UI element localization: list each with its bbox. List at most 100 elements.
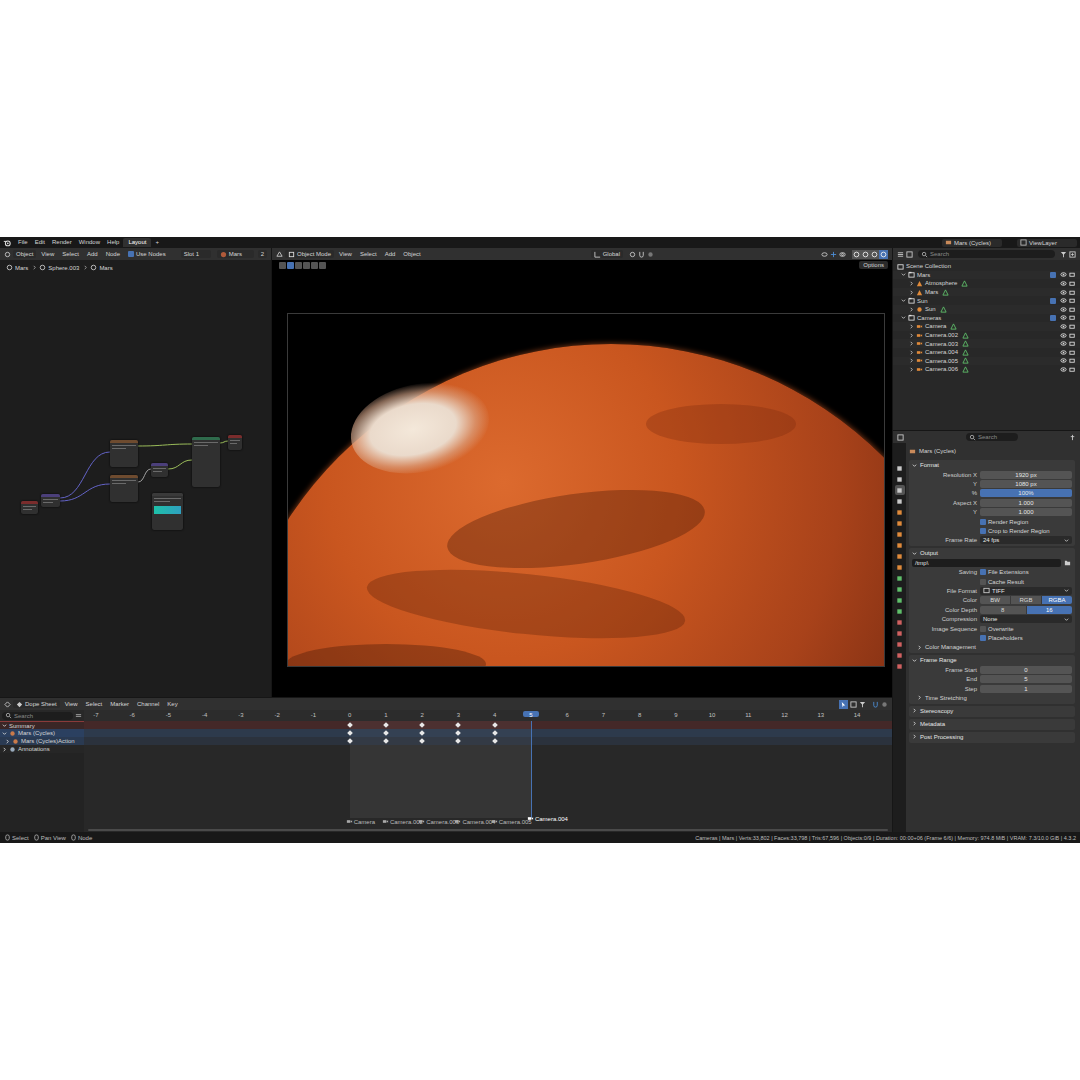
keyframe[interactable] — [492, 722, 498, 728]
menu-item[interactable]: View — [62, 700, 81, 709]
shader-node[interactable] — [21, 501, 38, 514]
frame-number[interactable]: -2 — [269, 711, 285, 717]
enum-option[interactable]: BW — [980, 596, 1010, 604]
checkbox[interactable]: Overwrite — [980, 626, 1072, 632]
expand-icon[interactable] — [909, 341, 914, 346]
select-intersect-button[interactable] — [319, 262, 326, 269]
properties-tab[interactable] — [895, 661, 905, 671]
checkbox[interactable]: File Extensions — [980, 569, 1072, 575]
select-box-button[interactable] — [287, 262, 294, 269]
properties-tab[interactable] — [895, 463, 905, 473]
proportional-edit-icon[interactable] — [647, 251, 654, 258]
object-data-icon[interactable] — [942, 289, 949, 296]
frame-number[interactable]: 7 — [595, 711, 611, 717]
dropdown-field[interactable]: None — [980, 615, 1072, 623]
shader-node[interactable] — [41, 494, 60, 507]
expand-icon[interactable] — [909, 290, 914, 295]
shader-node[interactable] — [192, 437, 220, 487]
expand-icon[interactable] — [901, 272, 906, 277]
outliner-row[interactable]: Sun — [893, 305, 1080, 314]
keyframe[interactable] — [456, 730, 462, 736]
render-camera-icon[interactable] — [1069, 289, 1076, 296]
pin-icon[interactable] — [1069, 434, 1076, 441]
checkbox-box[interactable] — [980, 528, 986, 534]
expand-icon[interactable] — [909, 333, 914, 338]
gizmo-icon[interactable] — [830, 251, 837, 258]
expand-icon[interactable] — [909, 358, 914, 363]
enum-option[interactable]: 16 — [1027, 606, 1073, 614]
menu-item[interactable]: Channel — [134, 700, 162, 709]
eye-icon[interactable] — [1060, 314, 1067, 321]
editor-type-icon[interactable] — [4, 701, 11, 708]
editor-type-icon[interactable] — [276, 251, 283, 258]
frame-number[interactable]: 3 — [450, 711, 466, 717]
editor-type-icon[interactable] — [4, 251, 11, 258]
render-camera-icon[interactable] — [1069, 306, 1076, 313]
properties-tab[interactable] — [895, 595, 905, 605]
properties-tab[interactable] — [895, 584, 905, 594]
horizontal-scrollbar[interactable] — [88, 829, 888, 831]
frame-number[interactable]: 0 — [342, 711, 358, 717]
properties-tab[interactable] — [895, 496, 905, 506]
object-data-icon[interactable] — [961, 280, 968, 287]
workspace-tab[interactable]: Layout — [123, 238, 151, 247]
expand-icon[interactable] — [909, 367, 914, 372]
outliner-row[interactable]: Camera.005 — [893, 357, 1080, 366]
expand-icon[interactable] — [901, 298, 906, 303]
outliner-row[interactable]: Camera.002 — [893, 331, 1080, 340]
frame-number[interactable]: 11 — [740, 711, 756, 717]
frame-number[interactable]: 14 — [849, 711, 865, 717]
marker[interactable]: Camera.005 — [491, 818, 532, 825]
eye-icon[interactable] — [1060, 349, 1067, 356]
properties-tab[interactable] — [895, 485, 905, 495]
channel-row[interactable]: Mars (Cycles) — [0, 729, 84, 737]
keyframe[interactable] — [492, 730, 498, 736]
keyframe[interactable] — [383, 730, 389, 736]
menu-item[interactable]: Key — [164, 700, 180, 709]
number-field[interactable]: 1.000 — [980, 499, 1072, 507]
render-camera-icon[interactable] — [1069, 323, 1076, 330]
shader-node[interactable] — [152, 493, 183, 530]
render-camera-icon[interactable] — [1069, 297, 1076, 304]
keyframe[interactable] — [492, 738, 498, 744]
render-camera-icon[interactable] — [1069, 340, 1076, 347]
menu-item[interactable]: Add — [84, 250, 101, 259]
object-data-icon[interactable] — [940, 306, 947, 313]
frame-number[interactable]: 13 — [813, 711, 829, 717]
expand-icon[interactable] — [909, 324, 914, 329]
keyframe[interactable] — [383, 722, 389, 728]
eye-icon[interactable] — [1060, 366, 1067, 373]
panel-header[interactable]: Stereoscopy — [909, 706, 1075, 716]
outliner-row[interactable]: Atmosphere — [893, 279, 1080, 288]
snap-icon[interactable] — [638, 251, 645, 258]
number-field[interactable]: 0 — [980, 666, 1072, 674]
panel-header[interactable]: Frame Range — [909, 655, 1075, 665]
number-field[interactable]: 1080 px — [980, 480, 1072, 488]
outliner-row[interactable]: Cameras — [893, 314, 1080, 323]
menu-item[interactable]: Window — [76, 238, 103, 247]
checkbox[interactable]: Placeholders — [980, 635, 1072, 641]
checkbox[interactable]: Cache Result — [980, 579, 1072, 585]
exclude-checkbox[interactable] — [1050, 298, 1056, 304]
keyframe[interactable] — [347, 722, 353, 728]
number-field[interactable]: 1920 px — [980, 471, 1072, 479]
properties-tab[interactable] — [895, 617, 905, 627]
expand-icon[interactable] — [909, 350, 914, 355]
eye-icon[interactable] — [1060, 271, 1067, 278]
material-selector[interactable]: Mars — [217, 250, 254, 258]
frame-number[interactable]: -7 — [88, 711, 104, 717]
blender-logo-icon[interactable] — [3, 239, 11, 247]
frame-number[interactable]: 6 — [559, 711, 575, 717]
eye-icon[interactable] — [1060, 306, 1067, 313]
expand-icon[interactable] — [2, 731, 7, 736]
outliner-row[interactable]: Sun — [893, 296, 1080, 305]
channel-row[interactable]: Annotations — [0, 745, 84, 753]
enum-option[interactable]: 8 — [980, 606, 1026, 614]
folder-icon[interactable] — [1064, 559, 1071, 566]
number-field[interactable]: 1.000 — [980, 508, 1072, 516]
properties-tab[interactable] — [895, 529, 905, 539]
eye-icon[interactable] — [1060, 357, 1067, 364]
checkbox-box[interactable] — [980, 635, 986, 641]
eye-icon[interactable] — [1060, 280, 1067, 287]
menu-item[interactable]: Add — [382, 250, 399, 259]
